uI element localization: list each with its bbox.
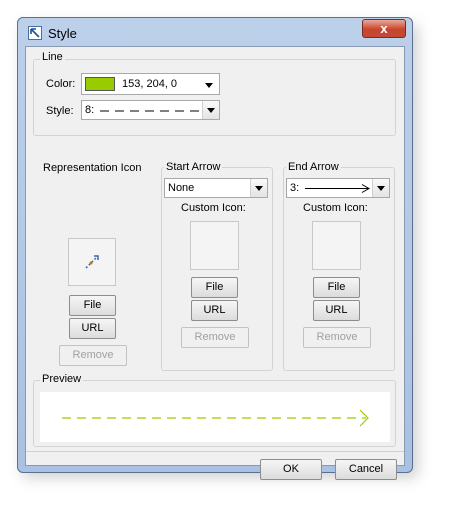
close-button[interactable]: x [362, 19, 406, 38]
color-combo[interactable]: 153, 204, 0 [81, 73, 220, 95]
end-file-button[interactable]: File [313, 277, 360, 298]
color-swatch [85, 77, 115, 91]
style-value: 8: [85, 104, 95, 116]
chevron-down-icon [372, 179, 389, 197]
chevron-down-icon [202, 101, 219, 119]
line-style-sample [100, 110, 200, 112]
end-arrow-label: End Arrow [286, 161, 341, 173]
end-arrow-value: 3: [290, 182, 300, 194]
title-bar[interactable]: Style x [18, 18, 412, 46]
preview-canvas [40, 392, 390, 442]
preview-label: Preview [40, 373, 84, 385]
app-icon [28, 26, 42, 40]
window-title: Style [48, 26, 77, 41]
end-remove-button[interactable]: Remove [303, 327, 371, 348]
chevron-down-icon [250, 179, 267, 197]
style-label: Style: [46, 105, 74, 117]
end-url-button[interactable]: URL [313, 300, 360, 321]
start-custom-icon-preview [190, 221, 239, 270]
start-file-button[interactable]: File [191, 277, 238, 298]
representation-file-button[interactable]: File [69, 295, 116, 316]
end-custom-icon-label: Custom Icon: [303, 202, 368, 214]
start-arrow-combo[interactable]: None [164, 178, 268, 198]
dialog-content: Line Color: 153, 204, 0 Style: 8: Repres… [25, 46, 405, 480]
representation-icon-label: Representation Icon [43, 162, 142, 174]
start-remove-button[interactable]: Remove [181, 327, 249, 348]
end-custom-icon-preview [312, 221, 361, 270]
line-group-label: Line [40, 51, 65, 63]
start-custom-icon-label: Custom Icon: [181, 202, 246, 214]
start-arrow-value: None [168, 182, 195, 194]
representation-url-button[interactable]: URL [69, 318, 116, 339]
representation-remove-button[interactable]: Remove [59, 345, 127, 366]
close-icon: x [380, 21, 388, 36]
color-value: 153, 204, 0 [122, 78, 178, 90]
cancel-button[interactable]: Cancel [335, 459, 397, 480]
line-group [33, 59, 396, 136]
footer-divider [26, 451, 404, 452]
style-dialog: Style x Line Color: 153, 204, 0 Style: 8… [17, 17, 413, 480]
end-arrow-combo[interactable]: 3: [286, 178, 390, 198]
start-arrow-label: Start Arrow [164, 161, 223, 173]
line-icon [85, 255, 99, 269]
color-label: Color: [46, 78, 76, 90]
preview-line [62, 409, 369, 427]
start-url-button[interactable]: URL [191, 300, 238, 321]
representation-icon-preview [68, 238, 116, 286]
arrow-end-icon [305, 184, 371, 193]
chevron-down-icon [205, 83, 213, 88]
ok-button[interactable]: OK [260, 459, 322, 480]
style-combo[interactable]: 8: [81, 100, 220, 120]
